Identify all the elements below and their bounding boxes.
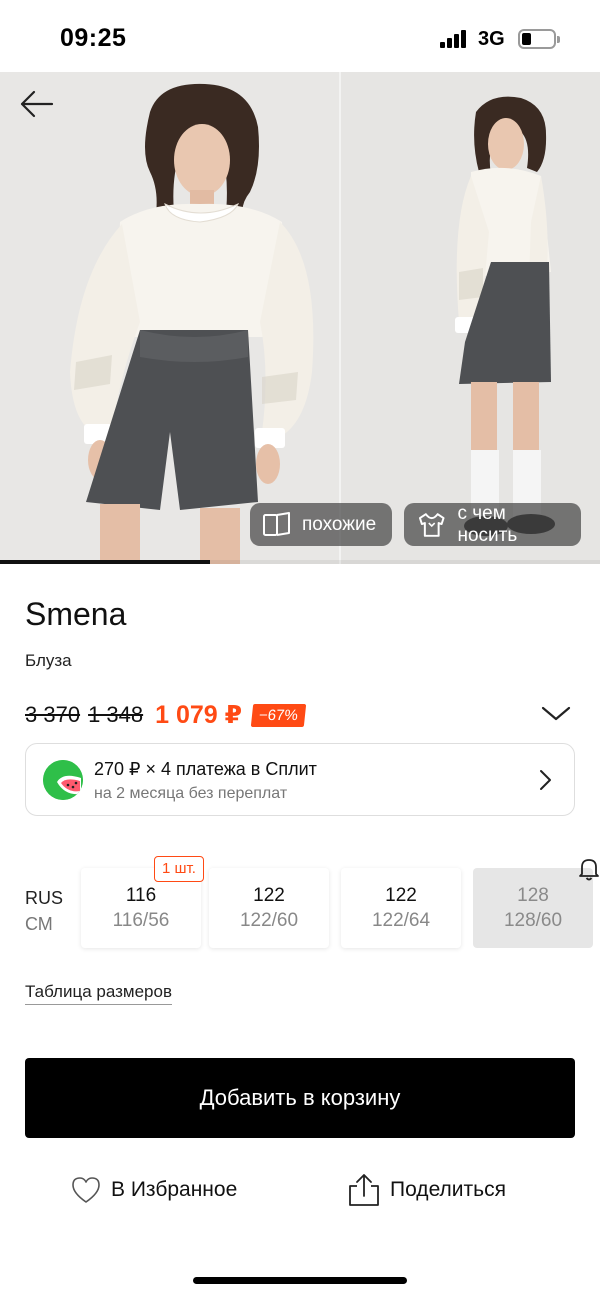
stock-badge: 1 шт.: [154, 856, 204, 882]
split-payment-card[interactable]: 270 ₽ × 4 платежа в Сплит на 2 месяца бе…: [25, 743, 575, 816]
add-to-cart-button[interactable]: Добавить в корзину: [25, 1058, 575, 1138]
product-photo-back[interactable]: [341, 72, 600, 564]
split-logo-icon: [43, 760, 83, 800]
size-rus: 116: [125, 885, 157, 906]
favorite-button[interactable]: В Избранное: [70, 1172, 237, 1208]
current-price: 1 079 ₽: [155, 701, 243, 729]
size-cm: 122/64: [371, 910, 431, 931]
split-title: 270 ₽ × 4 платежа в Сплит: [94, 759, 317, 779]
product-type: Блуза: [25, 651, 72, 670]
status-bar: 09:25 3G: [0, 0, 600, 72]
arrow-left-icon: [20, 90, 54, 118]
previous-price: 1 348: [88, 702, 144, 727]
original-price: 3 370: [25, 702, 81, 727]
battery-icon: [518, 29, 560, 49]
share-button[interactable]: Поделиться: [347, 1172, 506, 1208]
size-rus: 122: [253, 885, 285, 906]
heart-icon: [72, 1177, 100, 1203]
size-cm: 116/56: [112, 910, 170, 931]
share-label: Поделиться: [390, 1178, 506, 1201]
size-option[interactable]: 122 122/60: [209, 868, 329, 948]
similar-icon: [263, 511, 290, 536]
home-indicator: [193, 1277, 407, 1284]
network-type: 3G: [478, 28, 505, 50]
size-rus: 128: [517, 885, 549, 906]
signal-icon: [440, 30, 470, 48]
price-row: 3 370 1 348 1 079 ₽ −67%: [25, 700, 307, 730]
size-rus: 122: [385, 885, 417, 906]
size-system-labels: RUS СМ: [25, 885, 63, 937]
size-label-rus: RUS: [25, 888, 64, 908]
size-option[interactable]: 122 122/64: [341, 868, 461, 948]
share-icon: [349, 1174, 379, 1206]
similar-chip-label: похожие: [302, 513, 377, 535]
split-subtitle: на 2 месяца без переплат: [94, 785, 288, 802]
size-cm: 128/60: [503, 910, 563, 931]
discount-badge: −67%: [250, 703, 307, 727]
clothes-icon: [418, 512, 445, 537]
size-label-cm: СМ: [25, 914, 53, 934]
brand-name[interactable]: Smena: [25, 596, 126, 633]
size-cm: 122/60: [239, 910, 299, 931]
chevron-down-icon: [541, 706, 571, 721]
outfit-chip-label: с чем носить: [457, 502, 518, 546]
outfit-chip[interactable]: с чем носить: [404, 503, 581, 546]
product-gallery[interactable]: похожие с чем носить: [0, 72, 600, 564]
favorite-label: В Избранное: [111, 1178, 238, 1201]
gallery-progress: [0, 560, 600, 564]
back-button[interactable]: [18, 86, 58, 122]
product-photo-front[interactable]: [0, 72, 339, 564]
price-details-toggle[interactable]: [540, 703, 572, 723]
size-table-link[interactable]: Таблица размеров: [25, 982, 172, 1005]
status-time: 09:25: [60, 24, 127, 52]
gallery-progress-fill: [0, 560, 210, 564]
size-option-unavailable[interactable]: 128 128/60: [473, 868, 593, 948]
notify-bell-icon[interactable]: [578, 857, 600, 881]
chevron-right-icon: [538, 769, 552, 791]
similar-chip[interactable]: похожие: [250, 503, 392, 546]
